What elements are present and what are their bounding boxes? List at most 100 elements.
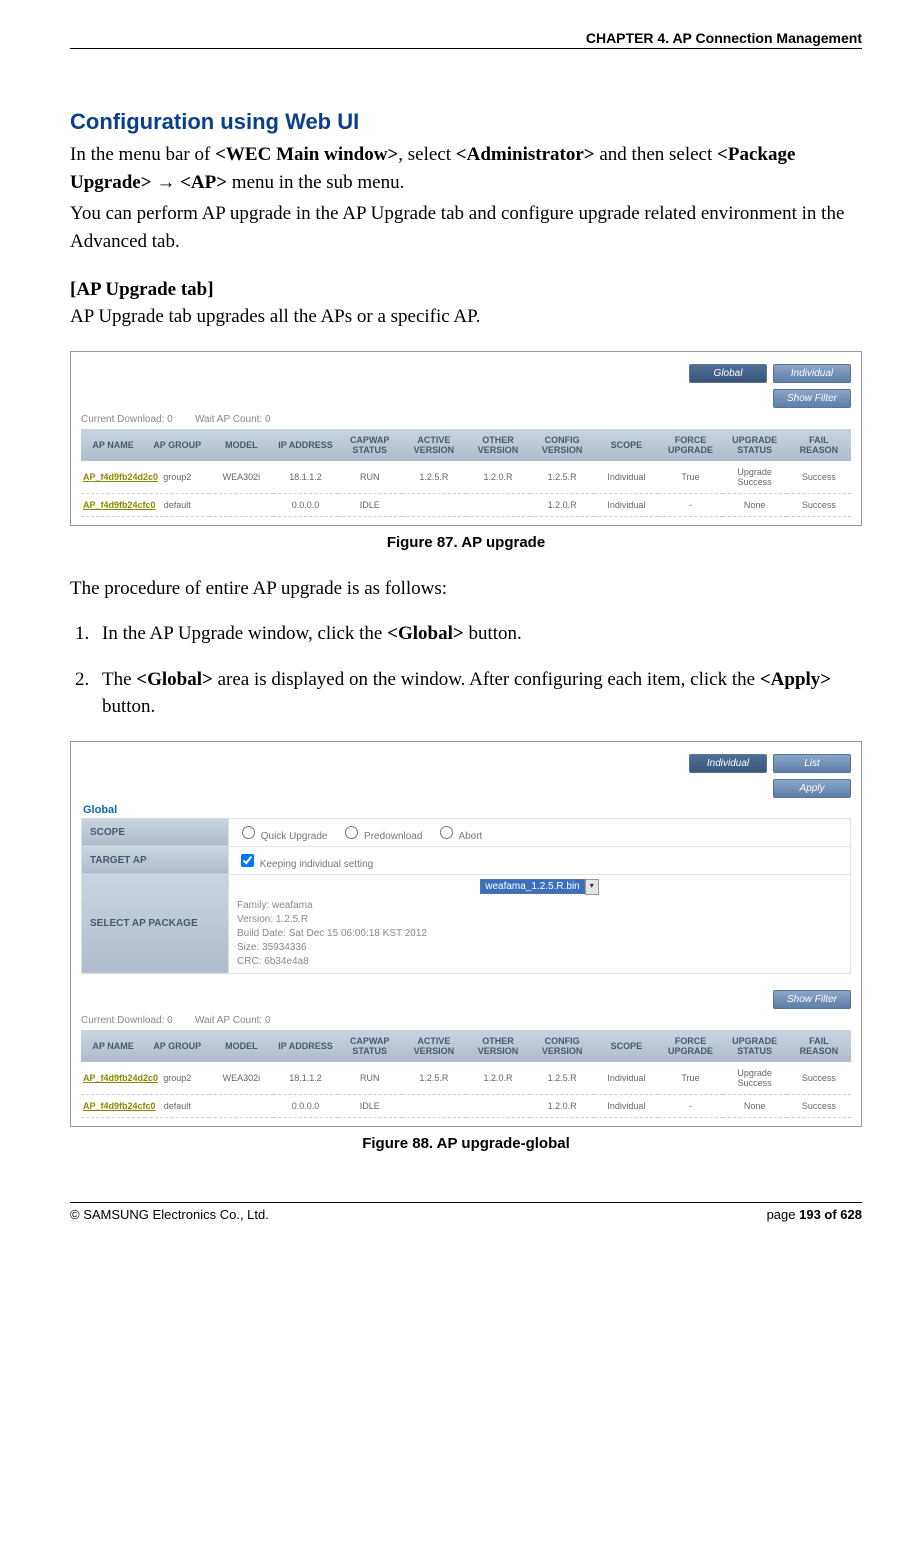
c: Upgrade Success [723, 461, 787, 494]
t: <Administrator> [456, 144, 595, 165]
radio-input[interactable] [440, 826, 453, 839]
t: Keeping individual setting [260, 859, 373, 870]
t: In the AP Upgrade window, click the [102, 623, 387, 644]
table-row: AP_f4d9fb24cfc0 default 0.0.0.0 IDLE 1.2… [81, 493, 851, 516]
c: 18.1.1.2 [273, 461, 337, 494]
c: - [658, 493, 722, 516]
package-dropdown[interactable]: weafama_1.2.5.R.bin [480, 879, 585, 894]
figure-87-caption: Figure 87. AP upgrade [70, 534, 862, 551]
t: <Global> [387, 623, 464, 644]
ap-link[interactable]: AP_f4d9fb24cfc0 [83, 500, 156, 510]
c: Success [787, 1094, 851, 1117]
c: IDLE [338, 1094, 402, 1117]
c: - [658, 1094, 722, 1117]
t: Predownload [364, 831, 422, 842]
c: Success [787, 1062, 851, 1095]
col: MODEL [209, 429, 273, 461]
figure-87-box: Global Individual Show Filter Current Do… [70, 351, 862, 526]
apply-button[interactable]: Apply [773, 779, 851, 798]
t: Size: 35934336 [237, 941, 842, 955]
individual-button[interactable]: Individual [689, 754, 767, 773]
c: True [658, 1062, 722, 1095]
c: 1.2.5.R [530, 461, 594, 494]
col: AP GROUP [145, 1030, 209, 1062]
t: menu in the sub menu. [227, 172, 404, 193]
wait-ap-count-label: Wait AP Count: 0 [195, 1015, 271, 1026]
t: Build Date: Sat Dec 15 06:00:18 KST 2012 [237, 927, 842, 941]
col: OTHER VERSION [466, 1030, 530, 1062]
c [402, 1094, 466, 1117]
ap-link[interactable]: AP_f4d9fb24d2c0 [83, 1073, 158, 1083]
figure-88-caption: Figure 88. AP upgrade-global [70, 1135, 862, 1152]
c [402, 493, 466, 516]
t: button. [464, 623, 522, 644]
ap-link[interactable]: AP_f4d9fb24d2c0 [83, 472, 158, 482]
t: Version: 1.2.5.R [237, 913, 842, 927]
show-filter-button[interactable]: Show Filter [773, 389, 851, 408]
radio-input[interactable] [345, 826, 358, 839]
c: WEA302i [209, 461, 273, 494]
c: 0.0.0.0 [273, 1094, 337, 1117]
t: <WEC Main window> [215, 144, 398, 165]
radio-quick-upgrade[interactable]: Quick Upgrade [237, 831, 327, 842]
c: RUN [338, 1062, 402, 1095]
c: 1.2.0.R [530, 493, 594, 516]
col: MODEL [209, 1030, 273, 1062]
c: Individual [594, 1062, 658, 1095]
t: <AP> [180, 172, 227, 193]
keep-individual-checkbox[interactable]: Keeping individual setting [237, 859, 373, 870]
current-download-label: Current Download: 0 [81, 414, 173, 425]
checkbox-input[interactable] [241, 854, 254, 867]
table-row: AP_f4d9fb24cfc0 default 0.0.0.0 IDLE 1.2… [81, 1094, 851, 1117]
radio-predownload[interactable]: Predownload [340, 831, 422, 842]
t: <Apply> [760, 669, 831, 690]
ap-table-87: AP NAME AP GROUP MODEL IP ADDRESS CAPWAP… [81, 429, 851, 517]
c: 1.2.0.R [530, 1094, 594, 1117]
global-form: SCOPE Quick Upgrade Predownload Abort TA… [81, 818, 851, 974]
show-filter-button[interactable]: Show Filter [773, 990, 851, 1009]
c: 1.2.0.R [466, 1062, 530, 1095]
c: IDLE [338, 493, 402, 516]
radio-abort[interactable]: Abort [435, 831, 482, 842]
step-2: The <Global> area is displayed on the wi… [94, 666, 862, 721]
col: CAPWAP STATUS [338, 429, 402, 461]
chevron-down-icon[interactable]: ▾ [585, 879, 599, 895]
target-ap-label: TARGET AP [82, 846, 229, 874]
col: FAIL REASON [787, 1030, 851, 1062]
radio-input[interactable] [242, 826, 255, 839]
ap-table-88: AP NAME AP GROUP MODEL IP ADDRESS CAPWAP… [81, 1030, 851, 1118]
c: 18.1.1.2 [273, 1062, 337, 1095]
chapter-header: CHAPTER 4. AP Connection Management [70, 30, 862, 49]
ap-link[interactable]: AP_f4d9fb24cfc0 [83, 1101, 156, 1111]
current-download-label: Current Download: 0 [81, 1015, 173, 1026]
intro-para-1: In the menu bar of <WEC Main window>, se… [70, 141, 862, 196]
t: The [102, 669, 136, 690]
col: UPGRADE STATUS [723, 1030, 787, 1062]
col: IP ADDRESS [273, 429, 337, 461]
col: ACTIVE VERSION [402, 429, 466, 461]
col: CONFIG VERSION [530, 1030, 594, 1062]
c: Success [787, 493, 851, 516]
c: None [723, 1094, 787, 1117]
c: 1.2.5.R [402, 461, 466, 494]
list-button[interactable]: List [773, 754, 851, 773]
c: WEA302i [209, 1062, 273, 1095]
global-button[interactable]: Global [689, 364, 767, 383]
t: Family: weafama [237, 899, 842, 913]
scope-label: SCOPE [82, 818, 229, 846]
table-row: AP_f4d9fb24d2c0 group2 WEA302i 18.1.1.2 … [81, 1062, 851, 1095]
select-package-value: weafama_1.2.5.R.bin▾ Family: weafama Ver… [229, 874, 851, 973]
section-title: Configuration using Web UI [70, 109, 862, 135]
t: 193 of 628 [799, 1207, 862, 1222]
col: FORCE UPGRADE [658, 1030, 722, 1062]
col: SCOPE [594, 1030, 658, 1062]
col: FORCE UPGRADE [658, 429, 722, 461]
t: <Global> [136, 669, 213, 690]
t: → [152, 172, 181, 193]
t: , select [398, 144, 456, 165]
col: IP ADDRESS [273, 1030, 337, 1062]
c: 1.2.5.R [530, 1062, 594, 1095]
step-1: In the AP Upgrade window, click the <Glo… [94, 620, 862, 648]
global-area-label: Global [83, 804, 851, 816]
individual-button[interactable]: Individual [773, 364, 851, 383]
